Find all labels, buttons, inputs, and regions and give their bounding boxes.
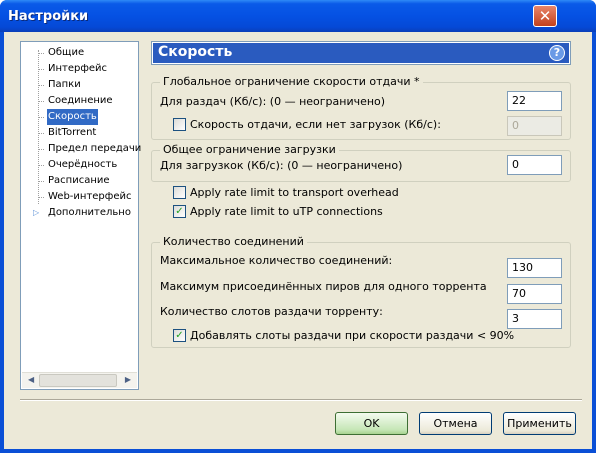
tree-branch-line [38,197,44,198]
transport-overhead-checkbox[interactable] [173,186,186,199]
tree-item-scheduler[interactable]: Расписание [47,173,111,189]
scroll-left-icon[interactable]: ◀ [28,375,34,384]
scroll-right-icon[interactable]: ▶ [125,375,131,384]
tree-item-transfer-cap[interactable]: Предел передачи [47,141,142,157]
download-limit-label: Для загрузкок (Кб/с): (0 — неограничено) [160,159,403,172]
tree-branch-line [38,181,44,182]
upload-alt-checkbox[interactable] [173,118,186,131]
download-limit-legend: Общее ограничение загрузки [160,143,339,156]
upload-slots-label: Количество слотов раздачи торренту: [160,305,383,318]
window-title: Настройки [8,9,89,24]
apply-button[interactable]: Применить [503,412,576,435]
upload-slots-input[interactable]: 3 [507,309,562,329]
tree-item-web-ui[interactable]: Web-интерфейс [47,189,132,205]
tree-item-folders[interactable]: Папки [47,77,82,93]
max-connections-input[interactable]: 130 [507,258,562,278]
tree-branch-line [38,101,44,102]
tree-branch-line [38,133,44,134]
utp-connections-label: Apply rate limit to uTP connections [190,205,383,218]
connections-legend: Количество соединений [160,235,307,248]
upload-alt-label: Скорость отдачи, если нет загрузок (Кб/с… [190,118,441,131]
tree-item-interface[interactable]: Интерфейс [47,61,108,77]
scroll-thumb[interactable] [39,374,117,387]
download-limit-input[interactable]: 0 [507,155,562,175]
tree-item-queueing[interactable]: Очерёдность [47,157,118,173]
button-separator [20,399,582,401]
tree-item-general[interactable]: Общие [47,45,85,61]
check-icon: ✓ [175,206,184,217]
category-tree: Общие Интерфейс Папки Соединение Скорость Bit… [20,41,142,390]
title-bar[interactable]: Настройки ✕ [0,0,596,32]
section-title: Скорость [158,44,233,60]
upload-limit-input[interactable]: 22 [507,91,562,111]
utp-connections-checkbox[interactable]: ✓ [173,205,186,218]
tree-item-connection[interactable]: Соединение [47,93,114,109]
tree-item-advanced[interactable]: Дополнительно [47,205,132,221]
tree-item-speed[interactable]: Скорость [47,109,98,125]
upload-alt-input[interactable]: 0 [507,116,562,136]
max-peers-input[interactable]: 70 [507,284,562,304]
tree-horizontal-scrollbar[interactable]: ◀ ▶ [22,372,137,388]
extra-slots-checkbox[interactable]: ✓ [173,329,186,342]
check-icon: ✓ [175,330,184,341]
help-icon[interactable]: ? [549,45,565,61]
extra-slots-label: Добавлять слоты раздачи при скорости раз… [190,329,515,342]
tree-branch-line [38,85,44,86]
close-button[interactable]: ✕ [533,5,557,27]
upload-limit-label: Для раздач (Кб/с): (0 — неограничено) [160,95,386,108]
tree-branch-line [38,53,44,54]
tree-item-bittorrent[interactable]: BitTorrent [47,125,97,141]
max-connections-label: Максимальное количество соединений: [160,254,393,267]
transport-overhead-label: Apply rate limit to transport overhead [190,186,399,199]
tree-branch-line [38,117,44,118]
upload-limit-legend: Глобальное ограничение скорости отдачи * [160,75,423,88]
max-peers-label: Максимум присоединённых пиров для одного… [160,280,487,293]
expand-arrow-icon[interactable]: ▷ [33,208,39,217]
tree-branch-line [38,69,44,70]
section-header: Скорость ? [151,41,571,65]
tree-branch-line [38,165,44,166]
ok-button[interactable]: OK [335,412,408,435]
cancel-button[interactable]: Отмена [419,412,492,435]
close-icon: ✕ [538,7,552,25]
tree-branch-line [38,149,44,150]
